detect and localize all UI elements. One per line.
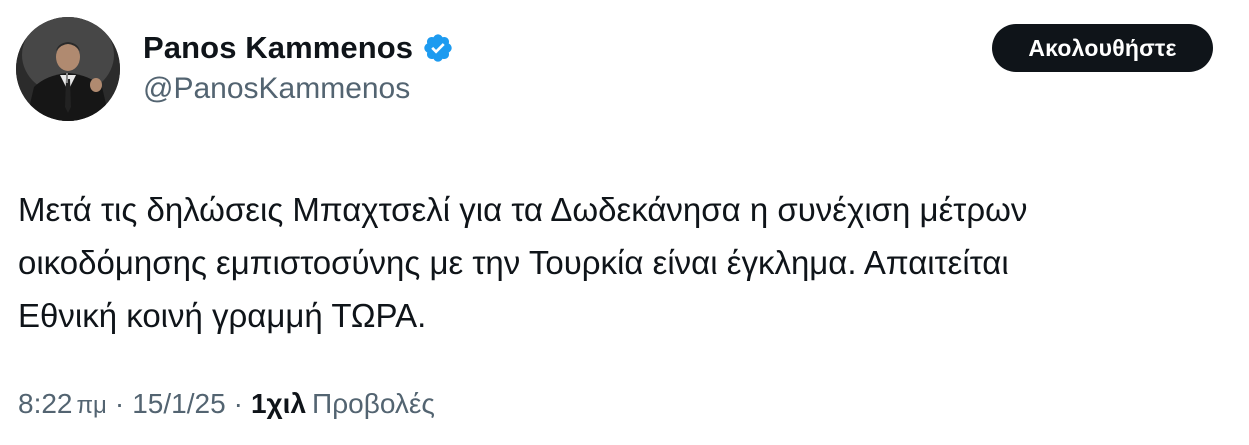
meta-separator: ·	[233, 388, 243, 419]
tweet-time[interactable]: 8:22	[18, 388, 73, 420]
tweet-card: Panos Kammenos @PanosKammenos Ακολουθήστ…	[0, 0, 1249, 445]
follow-button[interactable]: Ακολουθήστε	[992, 24, 1213, 72]
tweet-date[interactable]: 15/1/25	[132, 388, 225, 420]
tweet-text: Μετά τις δηλώσεις Μπαχτσελί για τα Δωδεκ…	[18, 183, 1228, 342]
author-name-row: Panos Kammenos	[143, 28, 454, 68]
views-label: Προβολές	[312, 388, 435, 419]
tweet-text-line: Μετά τις δηλώσεις Μπαχτσελί για τα Δωδεκ…	[18, 191, 1028, 228]
avatar-photo	[16, 17, 120, 121]
tweet-meta: 8:22 πμ · 15/1/25 · 1χιλ Προβολές	[18, 388, 435, 420]
verified-badge-icon	[422, 32, 454, 64]
tweet-ampm[interactable]: πμ	[77, 392, 107, 420]
views-count[interactable]: 1χιλ	[251, 388, 306, 420]
tweet-text-line: οικοδόμησης εμπιστοσύνης με την Τουρκία …	[18, 244, 1009, 281]
tweet-text-line: Εθνική κοινή γραμμή ΤΩΡΑ.	[18, 297, 427, 334]
author-handle[interactable]: @PanosKammenos	[143, 72, 410, 106]
avatar[interactable]	[16, 17, 120, 121]
meta-separator: ·	[114, 388, 125, 419]
author-display-name[interactable]: Panos Kammenos	[143, 30, 413, 66]
